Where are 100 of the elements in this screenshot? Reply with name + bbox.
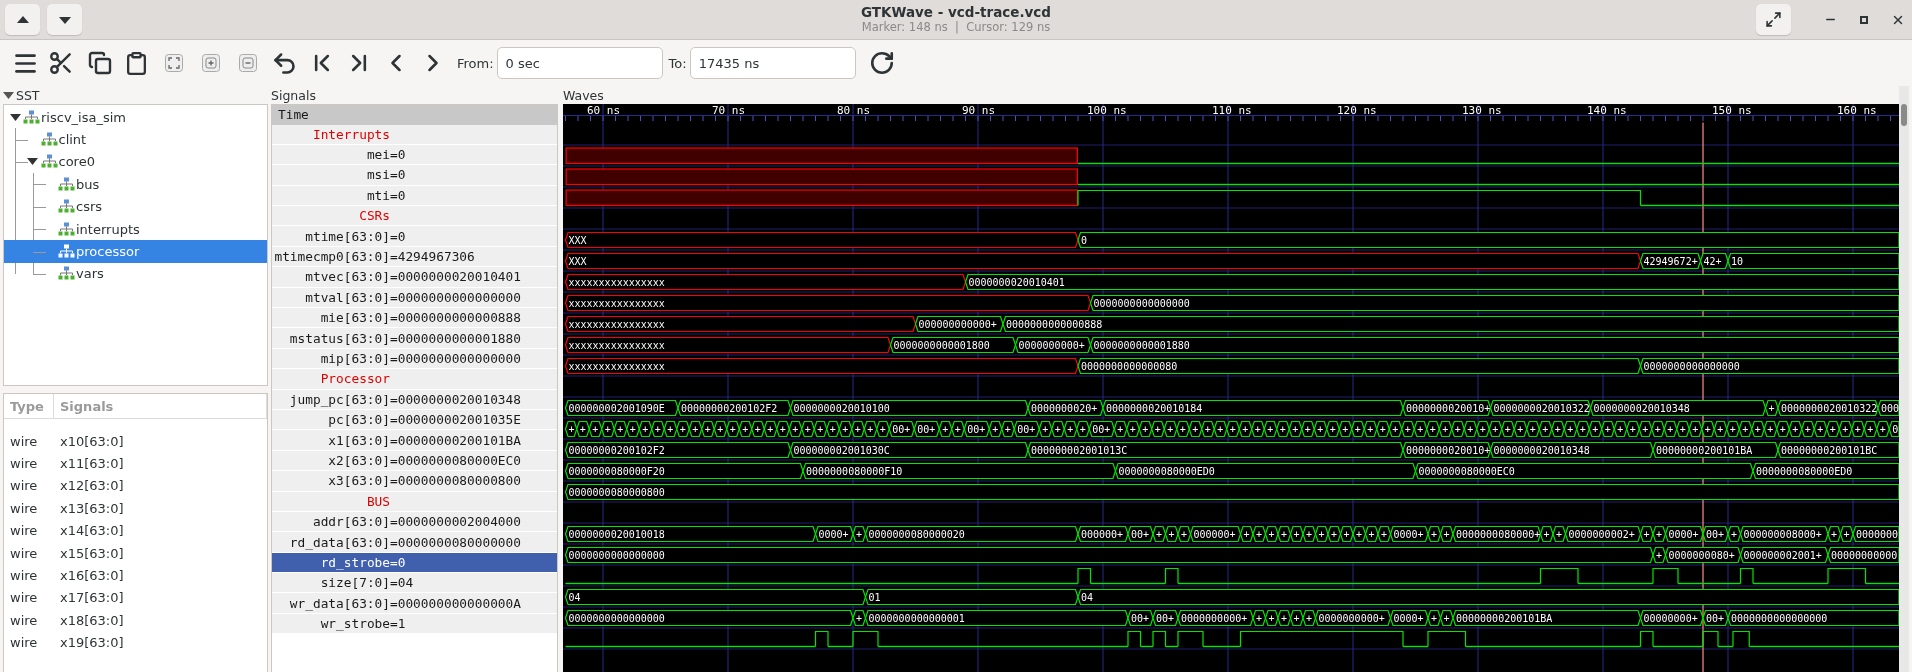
- signal-row[interactable]: mstatus[63:0]=0000000000001880: [272, 328, 557, 349]
- signal-row[interactable]: mtime[63:0]=0: [272, 226, 557, 247]
- bus-value: +: [1538, 420, 1553, 438]
- signal-row[interactable]: rd_data[63:0]=0000000080000000: [272, 532, 557, 553]
- bus-value: +: [1164, 525, 1179, 543]
- signal-name-cell[interactable]: x14[63:0]: [54, 523, 267, 539]
- signal-row[interactable]: mei=0: [272, 144, 557, 166]
- signal-row[interactable]: wr_strobe=1: [272, 613, 557, 635]
- group-title: Interrupts: [311, 126, 390, 142]
- signal-name-cell[interactable]: x17[63:0]: [54, 590, 267, 606]
- tree-item[interactable]: interrupts: [4, 217, 267, 241]
- bus-value: +: [1363, 420, 1378, 438]
- caret-icon[interactable]: [27, 156, 38, 168]
- signal-name-cell[interactable]: x12[63:0]: [54, 478, 267, 494]
- signal-row[interactable]: mie[63:0]=0000000000000888: [272, 308, 557, 329]
- bus-value: +: [1526, 420, 1540, 438]
- window-subtitle: Marker: 148 ns | Cursor: 129 ns: [861, 20, 1051, 34]
- bus-value: +: [763, 420, 778, 438]
- tree-item[interactable]: core0: [4, 150, 267, 174]
- bus-value: +: [1163, 420, 1178, 438]
- scroll-up-button[interactable]: [5, 4, 40, 35]
- tree-item[interactable]: csrs: [4, 195, 267, 218]
- signal-value: =000000000000000A: [390, 595, 522, 611]
- signal-value: =0000000020010348: [390, 391, 522, 407]
- bus-value: 00000000000: [1827, 546, 1899, 564]
- signal-name: mei: [365, 147, 390, 163]
- signal-row[interactable]: jump_pc[63:0]=0000000020010348: [272, 389, 557, 410]
- tree-item[interactable]: bus: [4, 173, 267, 196]
- signal-value: =0000000000000888: [390, 310, 522, 326]
- time-label: 160 ns: [1837, 104, 1877, 117]
- sst-title[interactable]: SST: [16, 87, 40, 103]
- bus-value: +: [1252, 525, 1267, 543]
- signal-name: wr_data[63:0]: [288, 595, 390, 611]
- tree-item[interactable]: riscv_isa_sim: [4, 106, 267, 129]
- signal-name-cell[interactable]: x11[63:0]: [54, 456, 267, 472]
- signal-name-cell[interactable]: x13[63:0]: [54, 500, 267, 516]
- from-field[interactable]: 0 sec: [496, 47, 663, 79]
- group-row[interactable]: BUS: [272, 491, 557, 512]
- bus-value: +: [688, 420, 703, 438]
- signal-name-cell[interactable]: x16[63:0]: [54, 568, 267, 584]
- time-label: 120 ns: [1337, 104, 1377, 117]
- bus-value: 0000000020010+: [1402, 441, 1492, 459]
- tree-item[interactable]: processor: [4, 240, 267, 263]
- signal-row[interactable]: mtvec[63:0]=0000000020010401: [272, 267, 557, 288]
- bus-value: 00+: [963, 420, 990, 438]
- bus-value: 00+: [1152, 609, 1179, 627]
- time-label: 70 ns: [712, 104, 746, 117]
- bus-value: +: [813, 420, 828, 438]
- signal-row[interactable]: mti=0: [272, 185, 557, 207]
- signal-name-cell[interactable]: x15[63:0]: [54, 545, 267, 561]
- signal-row[interactable]: mtimecmp0[63:0]=4294967306: [272, 246, 557, 268]
- hierarchy-icon: [58, 199, 75, 215]
- bus-value: +: [1138, 420, 1153, 438]
- bus-value: +: [1213, 420, 1228, 438]
- caret-icon[interactable]: [9, 111, 21, 123]
- signal-name: addr[63:0]: [311, 514, 390, 530]
- signal-row[interactable]: rd_strobe=0: [272, 552, 557, 574]
- group-title: CSRs: [358, 208, 390, 224]
- tree-item[interactable]: vars: [4, 262, 267, 286]
- group-row[interactable]: Interrupts: [272, 124, 557, 145]
- signal-name-cell[interactable]: x19[63:0]: [54, 635, 267, 651]
- signal-row[interactable]: mip[63:0]=0000000000000000: [272, 348, 557, 370]
- signal-row[interactable]: size[7:0]=04: [272, 573, 557, 594]
- signal-name-cell[interactable]: x18[63:0]: [54, 612, 267, 628]
- bus-value: +: [1813, 420, 1828, 438]
- bus-value: +: [1238, 420, 1253, 438]
- signal-row[interactable]: msi=0: [272, 165, 557, 186]
- bus-value: +: [1251, 420, 1265, 438]
- signal-row[interactable]: addr[63:0]=0000000002004000: [272, 511, 557, 533]
- scroll-down-button[interactable]: [47, 4, 82, 35]
- group-row[interactable]: CSRs: [272, 206, 557, 227]
- unknown-value: XXX: [564, 231, 1079, 249]
- type-cell-text: wire: [9, 590, 39, 606]
- tree-item[interactable]: clint: [4, 128, 267, 151]
- group-row[interactable]: Processor: [272, 369, 557, 390]
- signal-row[interactable]: pc[63:0]=000000002001035E: [272, 409, 557, 431]
- time-label: 140 ns: [1587, 104, 1627, 117]
- bus-value: +: [1639, 525, 1654, 543]
- signal-value: =0000000080000800: [390, 473, 522, 489]
- bus-value: 000000002001090E: [564, 399, 679, 417]
- bus-value: 0: [1077, 231, 1899, 249]
- time-label: 110 ns: [1212, 104, 1252, 117]
- signal-name: rd_data[63:0]: [288, 534, 390, 550]
- signal-row[interactable]: mtval[63:0]=0000000000000000: [272, 287, 557, 308]
- to-field[interactable]: 17435 ns: [689, 47, 856, 79]
- scrollbar[interactable]: [1901, 104, 1907, 126]
- caret-icon[interactable]: [3, 89, 14, 101]
- signal-row[interactable]: x2[63:0]=0000000080000EC0: [272, 450, 557, 472]
- fullscreen-button[interactable]: [1756, 4, 1791, 35]
- bus-value: +: [1851, 420, 1865, 438]
- bus-value: +: [1788, 420, 1803, 438]
- bus-value: 0000000000000000: [1639, 357, 1899, 375]
- bus-value: 0000000000001800: [889, 336, 1017, 354]
- signal-row[interactable]: x1[63:0]=00000000200101BA: [272, 430, 557, 451]
- waves-title: Waves: [563, 87, 604, 103]
- bus-value: +: [1613, 420, 1628, 438]
- signal-name-cell[interactable]: x10[63:0]: [54, 433, 267, 449]
- bus-value: +: [1388, 420, 1403, 438]
- signal-row[interactable]: wr_data[63:0]=000000000000000A: [272, 593, 557, 614]
- signal-row[interactable]: x3[63:0]=0000000080000800: [272, 471, 557, 492]
